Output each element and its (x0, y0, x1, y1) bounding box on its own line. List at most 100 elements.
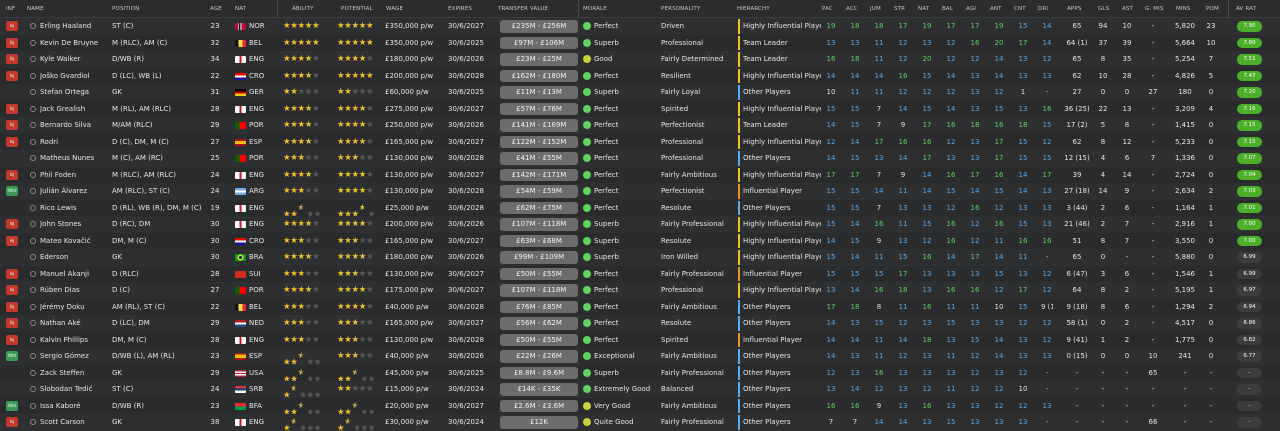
col-potential[interactable]: POTENTIAL (341, 6, 373, 12)
info-badge[interactable]: Inj (6, 301, 18, 312)
info-badge[interactable]: Inj (6, 417, 18, 427)
player-name[interactable]: Manuel Akanji (40, 266, 108, 283)
player-name[interactable]: Rico Lewis (40, 200, 108, 217)
transfer-value-box[interactable]: £62M - £75M (500, 201, 578, 214)
player-name[interactable]: Rodri (40, 134, 108, 151)
col-hierarchy[interactable]: HIERARCHY (737, 6, 770, 12)
player-name[interactable]: Jérémy Doku (40, 299, 108, 316)
col-dri[interactable]: DRI (1038, 6, 1048, 12)
table-row[interactable]: Inj Manuel Akanji D (RLC) 28 SUI ★★★★★ ★★★★★ £1… (0, 265, 1280, 283)
col-cnt[interactable]: CNT (1014, 6, 1026, 12)
player-name[interactable]: Scott Carson (40, 414, 108, 431)
info-badge[interactable]: Inj (6, 285, 18, 295)
col-str[interactable]: STR (894, 6, 905, 12)
player-name[interactable]: Nathan Aké (40, 315, 108, 332)
col-gmis[interactable]: G. MIS (1145, 6, 1164, 12)
player-name[interactable]: Sergio Gómez (40, 348, 108, 365)
col-bal[interactable]: BAL (942, 6, 953, 12)
table-row[interactable]: Inj John Stones D (RC), DM 30 ENG ★★★★★ ★★★★★ £… (0, 216, 1280, 233)
transfer-value-box[interactable]: £2.6M - £3.6M (500, 399, 578, 412)
col-morale[interactable]: MORALE (583, 6, 607, 12)
col-inf[interactable]: INF (6, 6, 15, 12)
table-row[interactable]: Rico Lewis D (RL), WB (R), DM, M (C) 19 ENG… (0, 199, 1280, 219)
info-badge[interactable]: Inj (6, 268, 18, 279)
player-name[interactable]: Bernardo Silva (40, 117, 108, 134)
info-badge[interactable]: Wnt (6, 351, 18, 361)
transfer-value-box[interactable]: £8.8M - £9.6M (500, 366, 578, 379)
transfer-value-box[interactable]: £22M - £26M (500, 350, 578, 363)
transfer-value-box[interactable]: £141M - £169M (500, 119, 578, 132)
col-agi[interactable]: AGI (966, 6, 976, 12)
transfer-value-box[interactable]: £41M - £55M (500, 152, 578, 165)
info-badge[interactable]: Inj (6, 54, 18, 64)
player-name[interactable]: Mateo Kovačić (40, 233, 108, 250)
player-name[interactable]: Zack Steffen (40, 365, 108, 382)
transfer-value-box[interactable]: £76M - £85M (500, 300, 578, 313)
info-badge[interactable]: Inj (6, 136, 18, 147)
table-row[interactable]: Slobodan Tedić ST (C) 24 SRB ★★★★★ ★★★★★ £15,0… (0, 381, 1280, 401)
table-row[interactable]: Wnt Sergio Gómez D/WB (L), AM (RL) 23 ESP ★★★… (0, 348, 1280, 368)
player-name[interactable]: Kyle Walker (40, 51, 108, 68)
table-row[interactable]: Stefan Ortega GK 31 GER ★★★★★ ★★★★★ £60,000 p/… (0, 84, 1280, 101)
col-name[interactable]: NAME (27, 6, 44, 12)
info-badge[interactable]: Inj (6, 37, 18, 48)
player-name[interactable]: Phil Foden (40, 167, 108, 184)
col-acc[interactable]: ACC (846, 6, 858, 12)
table-row[interactable]: Inj Rúben Dias D (C) 27 POR ★★★★★ ★★★★★ £175,00… (0, 282, 1280, 299)
transfer-value-box[interactable]: £97M - £106M (500, 36, 578, 49)
table-row[interactable]: Ederson GK 30 BRA ★★★★★ ★★★★★ £180,000 p/w 30/6… (0, 249, 1280, 266)
table-row[interactable]: Inj Jack Grealish M (RL), AM (RLC) 28 ENG ★★★… (0, 100, 1280, 118)
transfer-value-box[interactable]: £142M - £171M (500, 168, 578, 181)
transfer-value-box[interactable]: £122M - £152M (500, 135, 578, 148)
col-position[interactable]: POSITION (112, 6, 139, 12)
col-ability[interactable]: ABILITY (292, 6, 314, 12)
col-pom[interactable]: POM (1206, 6, 1219, 12)
info-badge[interactable]: Inj (6, 70, 18, 81)
table-row[interactable]: Inj Nathan Aké D (LC), DM 29 NED ★★★★★ ★★★★★ £1… (0, 315, 1280, 332)
table-row[interactable]: Wnt Issa Kaboré D/WB (R) 23 BFA ★★★★★ ★★★★★ £20… (0, 397, 1280, 417)
table-row[interactable]: Wnt Julián Álvarez AM (RLC), ST (C) 24 ARG ★★… (0, 183, 1280, 200)
col-nat[interactable]: NAT (235, 6, 246, 12)
info-badge[interactable]: Wnt (6, 400, 18, 411)
player-name[interactable]: Kalvin Phillips (40, 332, 108, 349)
transfer-value-box[interactable]: £12K (500, 416, 578, 429)
info-badge[interactable]: Wnt (6, 186, 18, 196)
transfer-value-box[interactable]: £54M - £59M (500, 185, 578, 198)
table-row[interactable]: Inj Kalvin Phillips DM, M (C) 28 ENG ★★★★★ ★★★… (0, 331, 1280, 349)
table-row[interactable]: Inj Joško Gvardiol D (LC), WB (L) 22 CRO ★★★★… (0, 67, 1280, 84)
table-row[interactable]: Inj Jérémy Doku AM (RL), ST (C) 22 BEL ★★★★★ ★… (0, 298, 1280, 316)
transfer-value-box[interactable]: £99M - £109M (500, 251, 578, 264)
col-gls[interactable]: GLS (1098, 6, 1109, 12)
col-personality[interactable]: PERSONALITY (661, 6, 700, 12)
transfer-value-box[interactable]: £235M - £256M (500, 20, 578, 33)
col-nat-attr[interactable]: NAT (918, 6, 929, 12)
table-row[interactable]: Zack Steffen GK 29 USA ★★★★★ ★★★★★ £45,000 p/w… (0, 364, 1280, 384)
transfer-value-box[interactable]: £11M - £13M (500, 86, 578, 99)
col-apps[interactable]: APPS (1067, 6, 1082, 12)
col-transfer-value[interactable]: TRANSFER VALUE (498, 6, 548, 12)
col-avrat[interactable]: AV RAT (1236, 6, 1256, 12)
player-name[interactable]: Jack Grealish (40, 101, 108, 118)
player-name[interactable]: Slobodan Tedić (40, 381, 108, 398)
info-badge[interactable]: Inj (6, 219, 18, 229)
transfer-value-box[interactable]: £14K - £35K (500, 383, 578, 396)
info-badge[interactable]: Inj (6, 21, 18, 31)
player-name[interactable]: Rúben Dias (40, 282, 108, 299)
player-name[interactable]: Issa Kaboré (40, 398, 108, 415)
info-badge[interactable]: Inj (6, 120, 18, 130)
col-wage[interactable]: WAGE (386, 6, 403, 12)
col-expires[interactable]: EXPIRES (448, 6, 472, 12)
player-name[interactable]: Erling Haaland (40, 18, 108, 35)
table-row[interactable]: Inj Mateo Kovačić DM, M (C) 30 CRO ★★★★★ ★★★★★… (0, 232, 1280, 250)
col-ant[interactable]: ANT (990, 6, 1002, 12)
player-name[interactable]: Kevin De Bruyne (40, 35, 108, 52)
col-jum[interactable]: JUM (870, 6, 881, 12)
col-age[interactable]: AGE (210, 6, 222, 12)
table-row[interactable]: Matheus Nunes M (C), AM (RC) 25 POR ★★★★★ ★★★… (0, 150, 1280, 167)
player-name[interactable]: John Stones (40, 216, 108, 233)
transfer-value-box[interactable]: £162M - £180M (500, 69, 578, 82)
player-name[interactable]: Matheus Nunes (40, 150, 108, 167)
info-badge[interactable]: Inj (6, 318, 18, 328)
transfer-value-box[interactable]: £107M - £118M (500, 218, 578, 231)
table-row[interactable]: Inj Bernardo Silva M/AM (RLC) 29 POR ★★★★★ ★★★… (0, 117, 1280, 134)
